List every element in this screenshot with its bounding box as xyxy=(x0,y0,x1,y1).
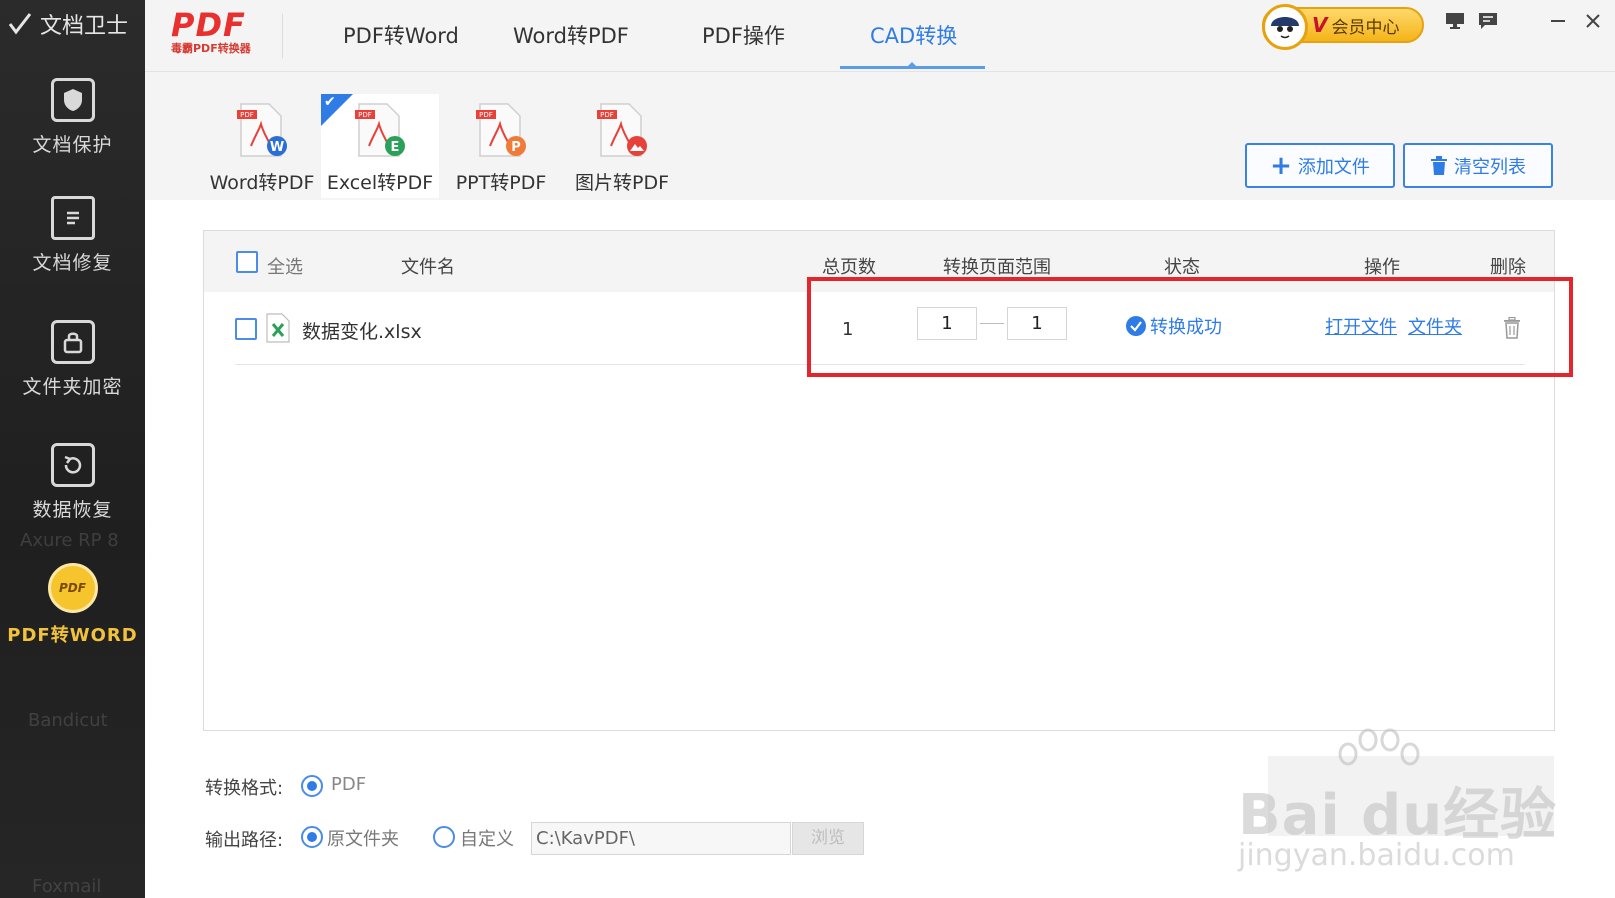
top-bar: PDF 毒霸PDF转换器 PDF转Word Word转PDF PDF操作 CAD… xyxy=(145,0,1615,72)
tab-cad-convert[interactable]: CAD转换 xyxy=(870,20,957,50)
brand-logo: PDF 毒霸PDF转换器 xyxy=(171,6,261,56)
svg-text:P: P xyxy=(511,140,521,155)
brand-logo-text: PDF xyxy=(171,6,246,44)
check-icon: ✔ xyxy=(324,94,336,110)
minimize-icon[interactable] xyxy=(1545,8,1571,34)
browse-button[interactable]: 浏览 xyxy=(792,822,864,855)
output-custom-radio[interactable] xyxy=(433,826,455,848)
svg-text:PDF: PDF xyxy=(479,111,493,119)
skin-icon[interactable] xyxy=(1442,8,1468,34)
restore-icon xyxy=(50,443,95,487)
svg-text:W: W xyxy=(270,140,284,155)
column-delete: 删除 xyxy=(1490,257,1526,278)
plus-icon: + xyxy=(1270,150,1292,181)
subtab-excel-to-pdf[interactable]: ✔ PDF E Excel转PDF xyxy=(321,94,439,198)
subtab-label: 图片转PDF xyxy=(574,172,670,194)
tab-word-to-pdf[interactable]: Word转PDF xyxy=(513,20,629,50)
subtab-label: Word转PDF xyxy=(209,172,315,194)
sidebar-item-folder-encrypt[interactable]: 文件夹加密 xyxy=(0,320,145,399)
highlight-box xyxy=(807,277,1573,377)
watermark-sub: jingyan.baidu.com xyxy=(1238,838,1515,873)
subtab-label: Excel转PDF xyxy=(326,172,434,194)
sidebar: 文档卫士 Axure RP 8 Bandicut Foxmail 文档保护 文档… xyxy=(0,0,145,898)
tab-pdf-operations[interactable]: PDF操作 xyxy=(702,20,785,50)
output-path-label: 输出路径: xyxy=(205,830,284,851)
excel-doc-icon: PDF E xyxy=(355,102,405,158)
active-tab-caret xyxy=(907,62,917,67)
svg-text:PDF: PDF xyxy=(240,111,254,119)
subtab-image-to-pdf[interactable]: PDF 图片转PDF xyxy=(563,94,681,198)
vip-v-icon: V xyxy=(1312,13,1328,37)
subtab-label: PPT转PDF xyxy=(455,172,547,194)
feedback-icon[interactable] xyxy=(1475,8,1501,34)
select-all-checkbox[interactable] xyxy=(236,251,258,273)
output-custom-label: 自定义 xyxy=(460,829,514,850)
format-pdf-label: PDF xyxy=(331,774,367,795)
svg-text:PDF: PDF xyxy=(358,111,372,119)
clear-list-label: 清空列表 xyxy=(1454,156,1526,178)
select-all-label: 全选 xyxy=(267,257,303,278)
subtab-word-to-pdf[interactable]: PDF W Word转PDF xyxy=(203,94,321,198)
column-range: 转换页面范围 xyxy=(943,257,1051,278)
vip-label: 会员中心 xyxy=(1331,17,1400,38)
output-path-input[interactable]: C:\KavPDF\ xyxy=(531,822,791,855)
shield-icon xyxy=(50,78,95,122)
sidebar-item-label: 文档保护 xyxy=(32,134,113,156)
sidebar-item-label: 文档修复 xyxy=(32,252,113,274)
app-logo-icon xyxy=(8,13,32,35)
trash-icon xyxy=(1431,155,1447,175)
sidebar-item-label: PDF转WORD xyxy=(7,625,138,646)
column-pages: 总页数 xyxy=(822,257,876,278)
sidebar-item-label: 文件夹加密 xyxy=(22,376,123,398)
add-file-label: 添加文件 xyxy=(1297,156,1370,178)
row-checkbox[interactable] xyxy=(235,318,257,340)
ghost-label: Bandicut xyxy=(28,710,108,731)
close-icon[interactable] xyxy=(1580,8,1606,34)
word-doc-icon: PDF W xyxy=(237,102,287,158)
svg-text:PDF: PDF xyxy=(600,111,614,119)
ppt-doc-icon: PDF P xyxy=(476,102,526,158)
column-filename: 文件名 xyxy=(401,257,455,278)
document-repair-icon xyxy=(50,196,95,240)
output-original-label: 原文件夹 xyxy=(327,829,399,850)
svg-text:E: E xyxy=(391,140,400,155)
ghost-label: Axure RP 8 xyxy=(20,530,119,551)
ghost-label: Foxmail xyxy=(32,876,102,897)
file-name: 数据变化.xlsx xyxy=(302,321,422,343)
divider xyxy=(282,14,283,58)
clear-list-button[interactable]: 清空列表 xyxy=(1403,143,1553,188)
tab-pdf-to-word[interactable]: PDF转Word xyxy=(343,20,459,50)
add-file-button[interactable]: + 添加文件 xyxy=(1245,143,1395,188)
column-status: 状态 xyxy=(1164,257,1200,278)
column-actions: 操作 xyxy=(1364,257,1400,278)
excel-file-icon xyxy=(266,313,290,343)
avatar[interactable] xyxy=(1262,4,1308,50)
format-pdf-radio[interactable] xyxy=(301,775,323,797)
sidebar-title: 文档卫士 xyxy=(6,8,128,40)
format-label: 转换格式: xyxy=(205,778,284,799)
sidebar-item-pdf-to-word[interactable]: PDF PDF转WORD xyxy=(0,563,145,647)
sidebar-item-data-restore[interactable]: 数据恢复 xyxy=(0,443,145,522)
image-doc-icon: PDF xyxy=(597,102,647,158)
subtab-ppt-to-pdf[interactable]: PDF P PPT转PDF xyxy=(442,94,560,198)
sidebar-item-doc-repair[interactable]: 文档修复 xyxy=(0,196,145,275)
sidebar-item-label: 数据恢复 xyxy=(32,499,113,521)
output-original-radio[interactable] xyxy=(301,826,323,848)
brand-subtitle: 毒霸PDF转换器 xyxy=(171,42,251,55)
lock-icon xyxy=(50,320,95,364)
pdf-icon: PDF xyxy=(47,563,98,613)
sidebar-title-text: 文档卫士 xyxy=(40,14,129,39)
sidebar-item-doc-protect[interactable]: 文档保护 xyxy=(0,78,145,157)
watermark: Bai du经验 jingyan.baidu.com xyxy=(1238,728,1558,873)
avatar-face-icon xyxy=(1271,17,1299,39)
